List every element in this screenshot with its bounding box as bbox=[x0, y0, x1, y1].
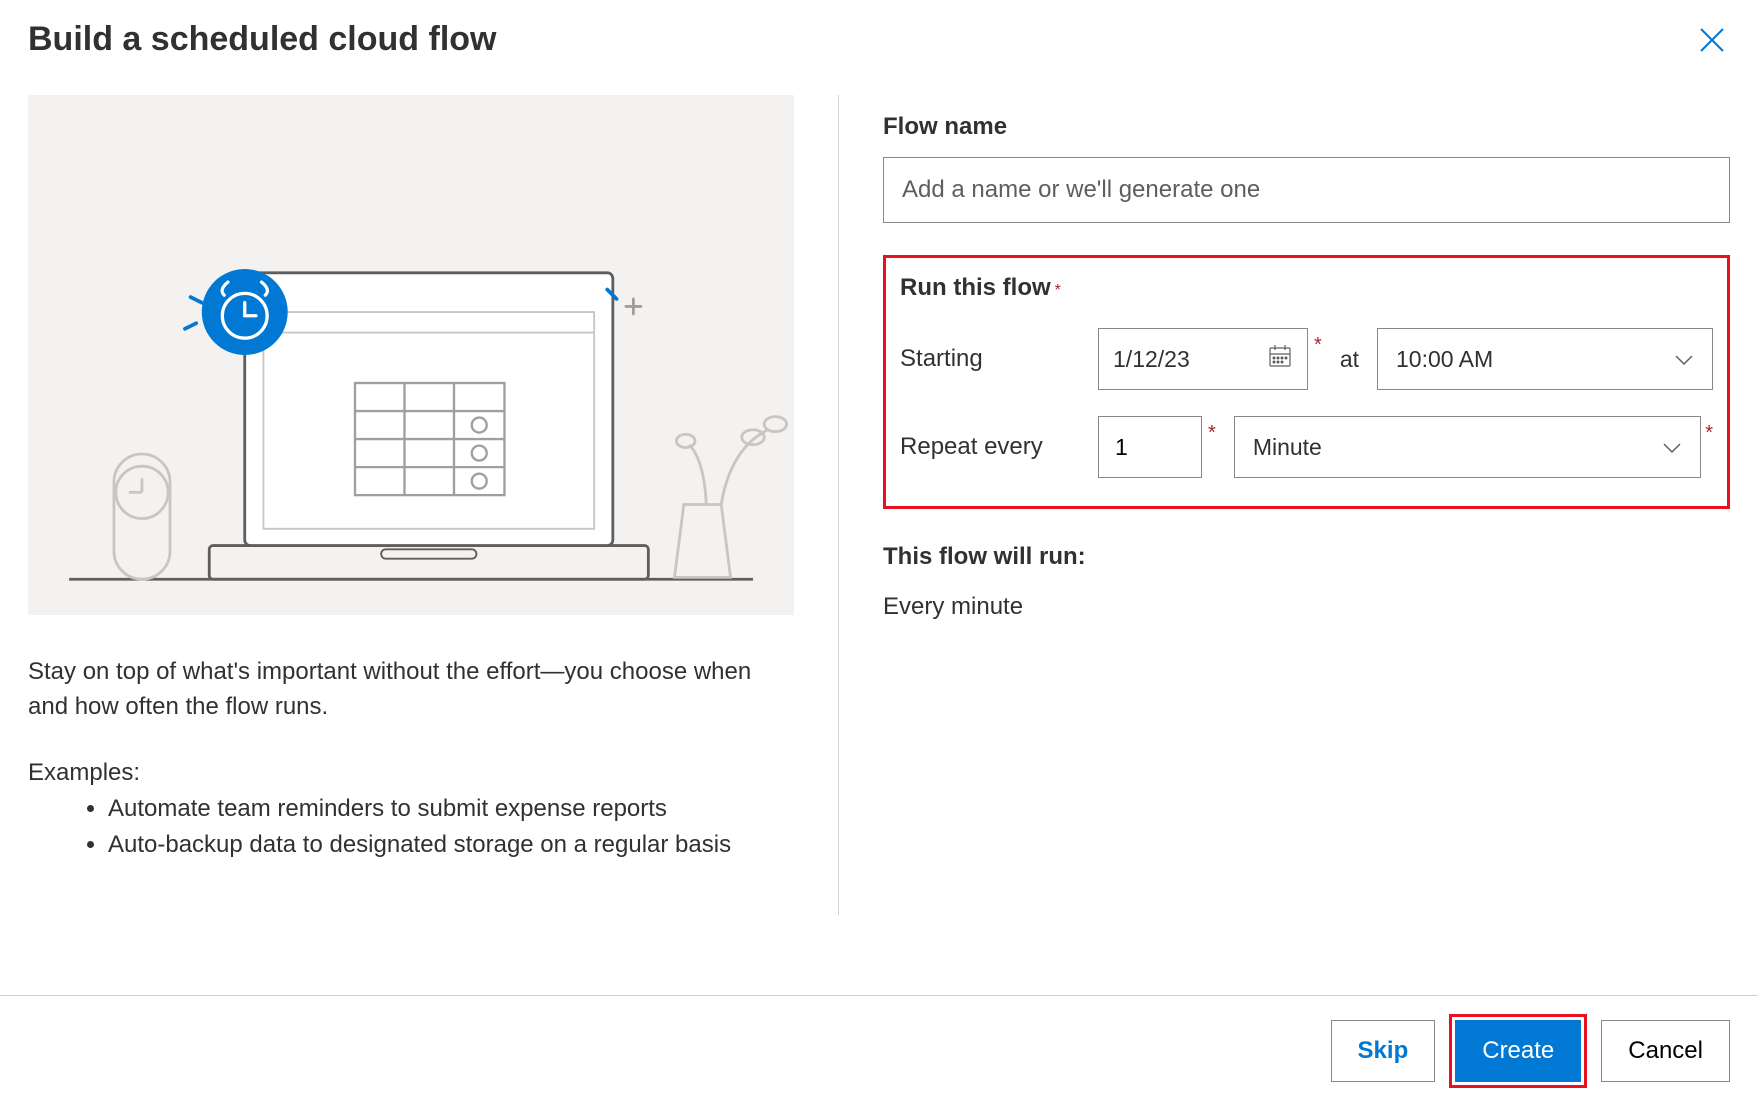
cancel-button[interactable]: Cancel bbox=[1601, 1020, 1730, 1082]
flow-name-label: Flow name bbox=[883, 113, 1730, 141]
flow-name-input[interactable] bbox=[883, 157, 1730, 223]
vertical-divider bbox=[838, 95, 839, 915]
example-item: Auto-backup data to designated storage o… bbox=[108, 827, 794, 863]
repeat-label: Repeat every bbox=[900, 433, 1080, 461]
starting-date-value: 1/12/23 bbox=[1113, 346, 1190, 373]
examples-label: Examples: bbox=[28, 759, 794, 787]
starting-label: Starting bbox=[900, 345, 1080, 373]
starting-time-select[interactable]: 10:00 AM bbox=[1377, 328, 1713, 390]
close-button[interactable] bbox=[1694, 22, 1730, 58]
skip-button[interactable]: Skip bbox=[1331, 1020, 1436, 1082]
example-item: Automate team reminders to submit expens… bbox=[108, 791, 794, 827]
required-asterisk: * bbox=[1705, 422, 1713, 445]
chevron-down-icon bbox=[1674, 346, 1694, 373]
repeat-unit-value: Minute bbox=[1253, 434, 1322, 461]
required-asterisk: * bbox=[1208, 422, 1216, 445]
create-button[interactable]: Create bbox=[1455, 1020, 1581, 1082]
chevron-down-icon bbox=[1662, 434, 1682, 461]
summary-text: Every minute bbox=[883, 593, 1730, 621]
required-asterisk: * bbox=[1055, 282, 1061, 300]
summary-label: This flow will run: bbox=[883, 543, 1730, 571]
close-icon bbox=[1698, 26, 1726, 54]
illustration bbox=[28, 95, 794, 615]
description-text: Stay on top of what's important without … bbox=[28, 655, 794, 725]
starting-date-input[interactable]: 1/12/23 bbox=[1098, 328, 1308, 390]
starting-time-value: 10:00 AM bbox=[1396, 346, 1493, 373]
run-settings-group: Run this flow * Starting 1/12/23 bbox=[883, 255, 1730, 509]
repeat-unit-select[interactable]: Minute bbox=[1234, 416, 1701, 478]
run-section-label: Run this flow bbox=[900, 274, 1051, 302]
calendar-icon bbox=[1267, 343, 1293, 375]
repeat-count-input[interactable] bbox=[1098, 416, 1202, 478]
required-asterisk: * bbox=[1314, 334, 1322, 357]
dialog-title: Build a scheduled cloud flow bbox=[28, 20, 496, 59]
at-label: at bbox=[1340, 346, 1359, 373]
